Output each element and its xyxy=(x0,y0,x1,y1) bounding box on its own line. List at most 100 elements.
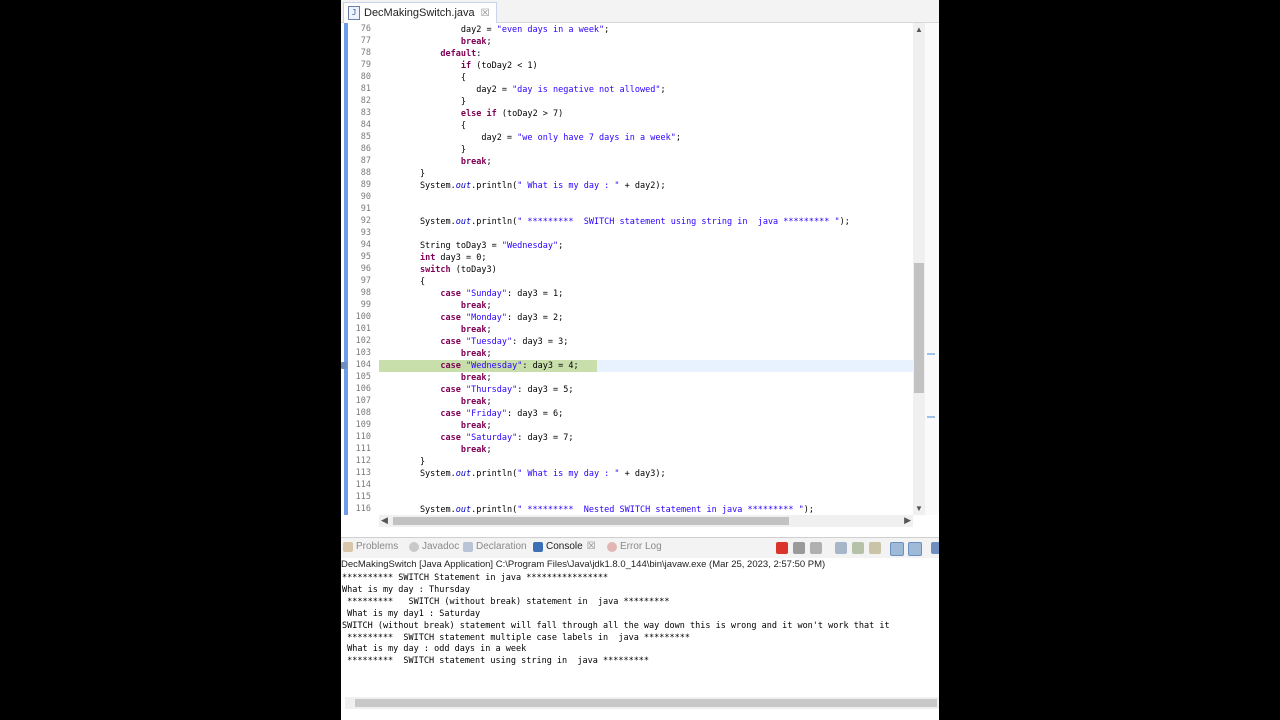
show-on-stdout-icon[interactable] xyxy=(890,542,904,556)
problems-icon xyxy=(343,541,353,552)
show-on-stderr-icon[interactable] xyxy=(908,542,922,556)
tab-problems[interactable]: Problems xyxy=(343,541,398,552)
code-line[interactable]: { xyxy=(379,72,466,84)
scroll-left-icon[interactable]: ◀ xyxy=(381,515,388,526)
line-number: 82 xyxy=(360,96,371,106)
console-horizontal-scrollbar[interactable] xyxy=(345,697,939,709)
scroll-lock-icon[interactable] xyxy=(835,542,847,554)
word-wrap-icon[interactable] xyxy=(852,542,864,554)
pin-console-icon[interactable] xyxy=(869,542,881,554)
line-number: 77 xyxy=(360,36,371,46)
line-number: 115 xyxy=(355,492,371,502)
code-line[interactable]: { xyxy=(379,276,425,288)
remove-launch-icon[interactable] xyxy=(793,542,805,554)
code-line[interactable]: default: xyxy=(379,48,481,60)
code-line[interactable]: System.out.println(" ********* SWITCH st… xyxy=(379,216,850,228)
line-number: 76 xyxy=(360,24,371,34)
error-log-icon xyxy=(607,541,617,552)
line-number: 96 xyxy=(360,264,371,274)
code-line[interactable]: day2 = "even days in a week"; xyxy=(379,24,609,36)
close-icon[interactable]: ☒ xyxy=(481,8,490,19)
tab-label: Error Log xyxy=(620,541,662,552)
code-line[interactable]: System.out.println(" What is my day : " … xyxy=(379,180,666,192)
code-line[interactable]: break; xyxy=(379,36,492,48)
code-line[interactable]: case "Friday": day3 = 6; xyxy=(379,408,563,420)
code-line[interactable]: System.out.println(" What is my day : " … xyxy=(379,468,666,480)
line-number: 95 xyxy=(360,252,371,262)
code-line[interactable]: else if (toDay2 > 7) xyxy=(379,108,563,120)
overview-marker[interactable] xyxy=(927,416,935,418)
code-line[interactable]: day2 = "day is negative not allowed"; xyxy=(379,84,665,96)
remove-all-terminated-icon[interactable] xyxy=(810,542,822,554)
console-output[interactable]: ********** SWITCH Statement in java ****… xyxy=(341,572,939,696)
horizontal-scrollbar[interactable]: ◀ ▶ xyxy=(379,515,913,527)
vertical-scroll-thumb[interactable] xyxy=(914,263,924,393)
code-line[interactable]: break; xyxy=(379,348,492,360)
code-line[interactable]: } xyxy=(379,96,466,108)
terminate-icon[interactable] xyxy=(776,542,788,554)
tab-console[interactable]: Console ☒ xyxy=(533,541,596,552)
line-number: 85 xyxy=(360,132,371,142)
code-line[interactable]: case "Monday": day3 = 2; xyxy=(379,312,563,324)
line-number: 84 xyxy=(360,120,371,130)
code-line[interactable]: case "Tuesday": day3 = 3; xyxy=(379,336,568,348)
console-output-line: ********* SWITCH statement multiple case… xyxy=(342,632,690,643)
code-line[interactable]: case "Saturday": day3 = 7; xyxy=(379,432,573,444)
console-output-line: ********** SWITCH Statement in java ****… xyxy=(342,573,609,583)
tab-error-log[interactable]: Error Log xyxy=(607,541,662,552)
line-number: 112 xyxy=(355,456,371,466)
code-editor[interactable]: 76 77 78 79 80 81 82 83 84 85 86 87 88 89 90 91 92 93 94 95… xyxy=(341,23,939,527)
code-line[interactable]: day2 = "we only have 7 days in a week"; xyxy=(379,132,681,144)
code-line[interactable]: System.out.println(" ********* Nested SW… xyxy=(379,504,814,515)
code-line[interactable]: break; xyxy=(379,324,492,336)
console-tab-bar: Problems Javadoc Declaration Console ☒ E… xyxy=(341,537,939,559)
console-scroll-thumb[interactable] xyxy=(355,699,937,707)
vertical-scrollbar[interactable]: ▲ ▼ xyxy=(913,23,925,515)
code-line[interactable]: break; xyxy=(379,420,492,432)
line-number-gutter: 76 77 78 79 80 81 82 83 84 85 86 87 88 89 90 91 92 93 94 95… xyxy=(349,23,375,515)
horizontal-scroll-thumb[interactable] xyxy=(393,517,789,525)
tab-javadoc[interactable]: Javadoc xyxy=(409,541,459,552)
launch-info: DecMakingSwitch [Java Application] C:\Pr… xyxy=(341,558,939,571)
code-area[interactable]: day2 = "even days in a week"; break; def… xyxy=(379,23,913,515)
code-line[interactable]: case "Wednesday": day3 = 4; xyxy=(379,360,578,372)
code-line[interactable]: case "Thursday": day3 = 5; xyxy=(379,384,573,396)
code-line[interactable]: String toDay3 = "Wednesday"; xyxy=(379,240,563,252)
code-line[interactable]: case "Sunday": day3 = 1; xyxy=(379,288,563,300)
overview-ruler[interactable] xyxy=(925,23,939,515)
scroll-right-icon[interactable]: ▶ xyxy=(904,515,911,526)
line-number: 105 xyxy=(355,372,371,382)
close-icon[interactable]: ☒ xyxy=(587,541,596,552)
line-number: 80 xyxy=(360,72,371,82)
line-number: 104 xyxy=(355,360,371,370)
code-line[interactable]: if (toDay2 < 1) xyxy=(379,60,538,72)
line-number: 90 xyxy=(360,192,371,202)
code-line[interactable]: break; xyxy=(379,156,492,168)
code-line[interactable]: break; xyxy=(379,396,492,408)
scroll-up-icon[interactable]: ▲ xyxy=(915,25,923,34)
line-number: 99 xyxy=(360,300,371,310)
line-number: 111 xyxy=(355,444,371,454)
code-line[interactable]: int day3 = 0; xyxy=(379,252,487,264)
code-line[interactable]: } xyxy=(379,456,425,468)
java-file-icon: J xyxy=(348,6,360,20)
code-line[interactable]: { xyxy=(379,120,466,132)
tab-declaration[interactable]: Declaration xyxy=(463,541,527,552)
console-icon xyxy=(533,541,543,552)
tab-label: Problems xyxy=(356,541,399,552)
scroll-down-icon[interactable]: ▼ xyxy=(915,504,923,513)
line-number: 89 xyxy=(360,180,371,190)
line-number: 116 xyxy=(355,504,371,514)
declaration-icon xyxy=(463,541,473,552)
open-console-icon[interactable] xyxy=(931,542,939,554)
code-line[interactable]: switch (toDay3) xyxy=(379,264,497,276)
overview-marker[interactable] xyxy=(927,353,935,355)
console-output-line: What is my day : Thursday xyxy=(342,584,470,595)
code-line[interactable]: } xyxy=(379,168,425,180)
code-line[interactable]: break; xyxy=(379,444,492,456)
editor-tab[interactable]: J DecMakingSwitch.java ☒ xyxy=(343,2,497,23)
code-line[interactable]: break; xyxy=(379,300,492,312)
line-number: 114 xyxy=(355,480,371,490)
code-line[interactable]: } xyxy=(379,144,466,156)
code-line[interactable]: break; xyxy=(379,372,492,384)
